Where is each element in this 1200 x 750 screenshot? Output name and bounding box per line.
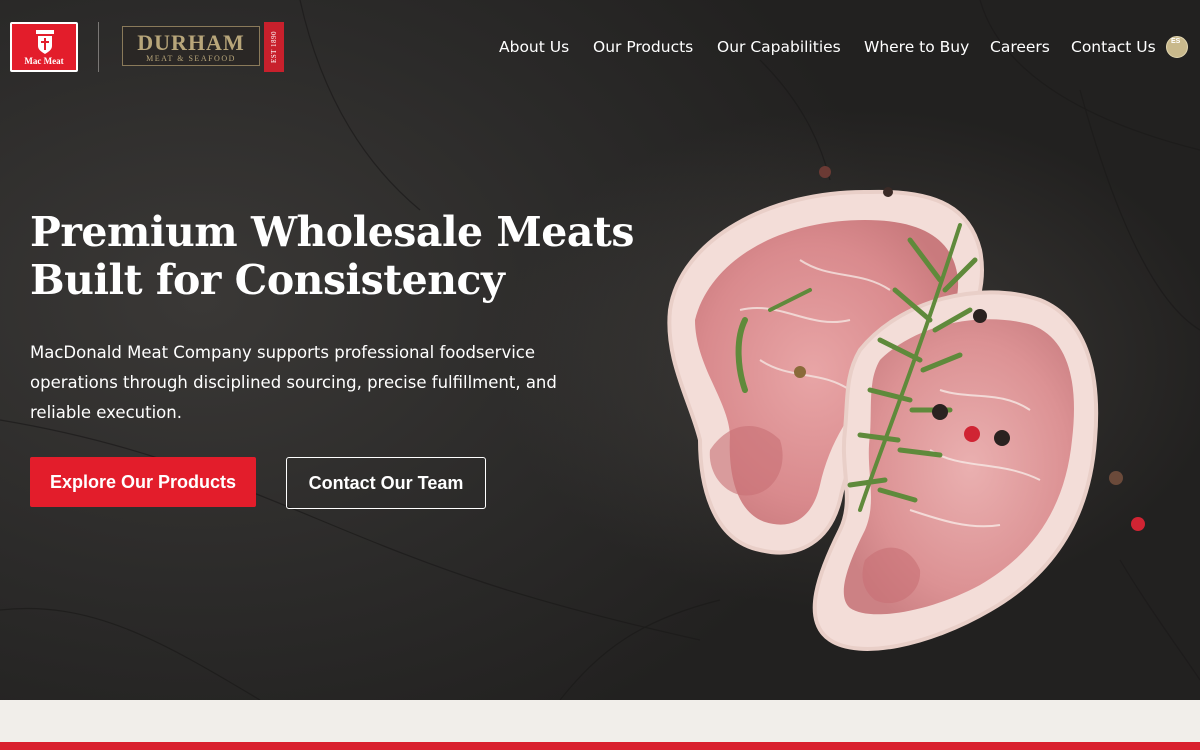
nav-contact-us[interactable]: Contact Us [1071, 35, 1156, 59]
nav-our-capabilities[interactable]: Our Capabilities [717, 35, 841, 59]
durham-logo[interactable]: DURHAM MEAT & SEAFOOD [122, 26, 260, 66]
language-switcher[interactable]: ES [1166, 36, 1188, 58]
hero-description: MacDonald Meat Company supports professi… [30, 343, 557, 422]
mac-meat-logo[interactable]: Mac Meat [10, 22, 78, 72]
contact-team-button[interactable]: Contact Our Team [286, 457, 486, 509]
logo-divider [98, 22, 99, 72]
nav-about-us[interactable]: About Us [499, 35, 569, 59]
nav-our-products[interactable]: Our Products [593, 35, 693, 59]
durham-logo-sub: MEAT & SEAFOOD [146, 54, 236, 63]
pork-chops-image [667, 166, 1145, 651]
mac-meat-logo-text: Mac Meat [24, 56, 64, 66]
hero-headline-line-1: Premium Wholesale Meats [30, 208, 634, 256]
durham-est-badge: EST 1890 [264, 22, 284, 72]
durham-logo-name: DURHAM [137, 30, 245, 55]
nav-where-to-buy[interactable]: Where to Buy [864, 35, 969, 59]
hero-section: Mac Meat DURHAM MEAT & SEAFOOD EST 1890 … [0, 0, 1200, 700]
section-divider-red-edge [0, 742, 1200, 750]
nav-careers[interactable]: Careers [990, 35, 1050, 59]
explore-products-button[interactable]: Explore Our Products [30, 457, 256, 507]
durham-est-text: EST 1890 [270, 30, 278, 64]
hero-headline: Premium Wholesale Meats Built for Consis… [30, 208, 710, 304]
language-label: ES [1171, 38, 1181, 45]
mac-meat-emblem-icon [36, 30, 54, 54]
hero-headline-line-2: Built for Consistency [30, 256, 505, 304]
